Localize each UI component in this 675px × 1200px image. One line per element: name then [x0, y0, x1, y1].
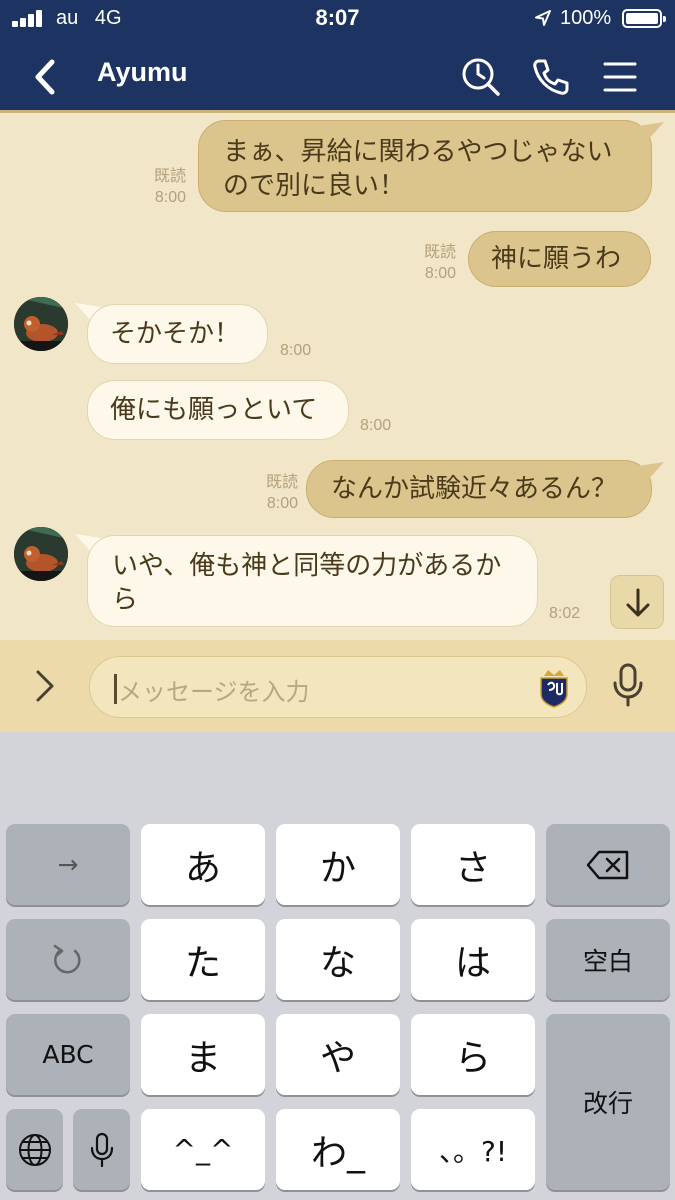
status-bar: au 4G 8:07 100% [0, 0, 675, 38]
sent-message-bubble[interactable]: まぁ、昇給に関わるやつじゃない ので別に良い！ [198, 120, 652, 212]
sent-message-bubble[interactable]: なんか試験近々あるん？ [306, 460, 652, 518]
key-ra[interactable]: ら [411, 1014, 535, 1095]
key-abc[interactable]: ABC [6, 1014, 130, 1095]
received-message-bubble[interactable]: いや、俺も神と同等の力があるか ら [87, 535, 538, 627]
message-time: 8:02 [549, 605, 581, 622]
message-text: 俺にも願っといて [110, 395, 318, 425]
red-panda-avatar-icon [14, 527, 68, 581]
message-input-placeholder: メッセージを入力 [118, 678, 310, 706]
key-na[interactable]: な [276, 919, 400, 1000]
message-text: なんか試験近々あるん？ [331, 474, 618, 504]
message-text: 神に願うわ [491, 244, 622, 274]
message-time: 8:00 [360, 417, 392, 434]
search-clock-icon[interactable] [458, 54, 504, 100]
phone-icon[interactable] [528, 54, 574, 100]
key-space[interactable]: 空白 [546, 919, 670, 1000]
bubble-tail [638, 462, 664, 482]
message-meta: 既読 8:00 [252, 472, 298, 514]
location-arrow-icon [535, 10, 551, 26]
received-message-bubble[interactable]: 俺にも願っといて [87, 380, 349, 440]
key-ka[interactable]: か [276, 824, 400, 905]
contact-avatar[interactable] [14, 297, 68, 351]
message-list[interactable]: 既読 8:00 まぁ、昇給に関わるやつじゃない ので別に良い！ 既読 8:00 … [0, 113, 675, 640]
contact-avatar[interactable] [14, 527, 68, 581]
chat-nav-bar: Ayumu [0, 44, 675, 110]
message-time: 8:00 [424, 265, 456, 282]
message-meta: 既読 8:00 [140, 166, 186, 208]
message-text: いや、俺も神と同等の力があるか [112, 551, 502, 581]
arrow-down-icon [626, 588, 650, 617]
key-dictation[interactable] [73, 1109, 130, 1190]
bubble-tail [638, 122, 664, 142]
chat-header: au 4G 8:07 100% Ayumu [0, 0, 675, 113]
red-panda-avatar-icon [14, 297, 68, 351]
hamburger-menu-icon[interactable] [597, 54, 643, 100]
key-a[interactable]: あ [141, 824, 265, 905]
message-input-bar: メッセージを入力 [0, 640, 675, 732]
key-wa[interactable]: わ_ [276, 1109, 400, 1190]
battery-icon [622, 9, 666, 28]
read-receipt: 既読 [423, 244, 456, 261]
undo-icon [53, 944, 81, 973]
back-chevron-icon[interactable] [28, 54, 62, 100]
read-receipt: 既読 [153, 168, 186, 185]
message-time: 8:00 [154, 189, 186, 206]
battery-percent: 100% [560, 7, 612, 29]
message-text: そかそか！ [110, 319, 241, 349]
key-ta[interactable]: た [141, 919, 265, 1000]
received-message-bubble[interactable]: そかそか！ [87, 304, 268, 364]
globe-icon [18, 1133, 51, 1166]
key-ha[interactable]: は [411, 919, 535, 1000]
message-input[interactable]: メッセージを入力 [89, 656, 587, 718]
message-time: 8:00 [266, 495, 298, 512]
key-sa[interactable]: さ [411, 824, 535, 905]
sent-message-bubble[interactable]: 神に願うわ [468, 231, 651, 287]
message-text: ら [112, 585, 139, 615]
key-backspace[interactable] [546, 824, 670, 905]
japanese-kana-keyboard: → あ か さ た な は 空白 ABC ま や ら 改行 ^_^ わ_ 、。? [0, 732, 675, 1200]
key-enter[interactable]: 改行 [546, 1014, 670, 1190]
expand-chevron-icon[interactable] [30, 666, 60, 706]
key-ya[interactable]: や [276, 1014, 400, 1095]
key-globe[interactable] [6, 1109, 63, 1190]
text-cursor [114, 674, 117, 704]
key-undo[interactable] [6, 919, 130, 1000]
emblem-sticker-icon[interactable] [538, 668, 570, 708]
scroll-to-bottom-button[interactable] [610, 575, 664, 629]
microphone-icon[interactable] [610, 662, 646, 708]
message-text: まぁ、昇給に関わるやつじゃない [223, 137, 613, 167]
dictation-mic-icon [90, 1132, 113, 1167]
message-text: ので別に良い！ [223, 171, 406, 201]
read-receipt: 既読 [265, 474, 298, 491]
backspace-icon [586, 850, 629, 879]
message-meta: 既読 8:00 [410, 242, 456, 284]
key-punctuation[interactable]: 、。?! [411, 1109, 535, 1190]
key-kaomoji[interactable]: ^_^ [141, 1109, 265, 1190]
chat-title[interactable]: Ayumu [97, 57, 188, 88]
key-arrow[interactable]: → [6, 824, 130, 905]
key-ma[interactable]: ま [141, 1014, 265, 1095]
message-time: 8:00 [280, 342, 312, 359]
